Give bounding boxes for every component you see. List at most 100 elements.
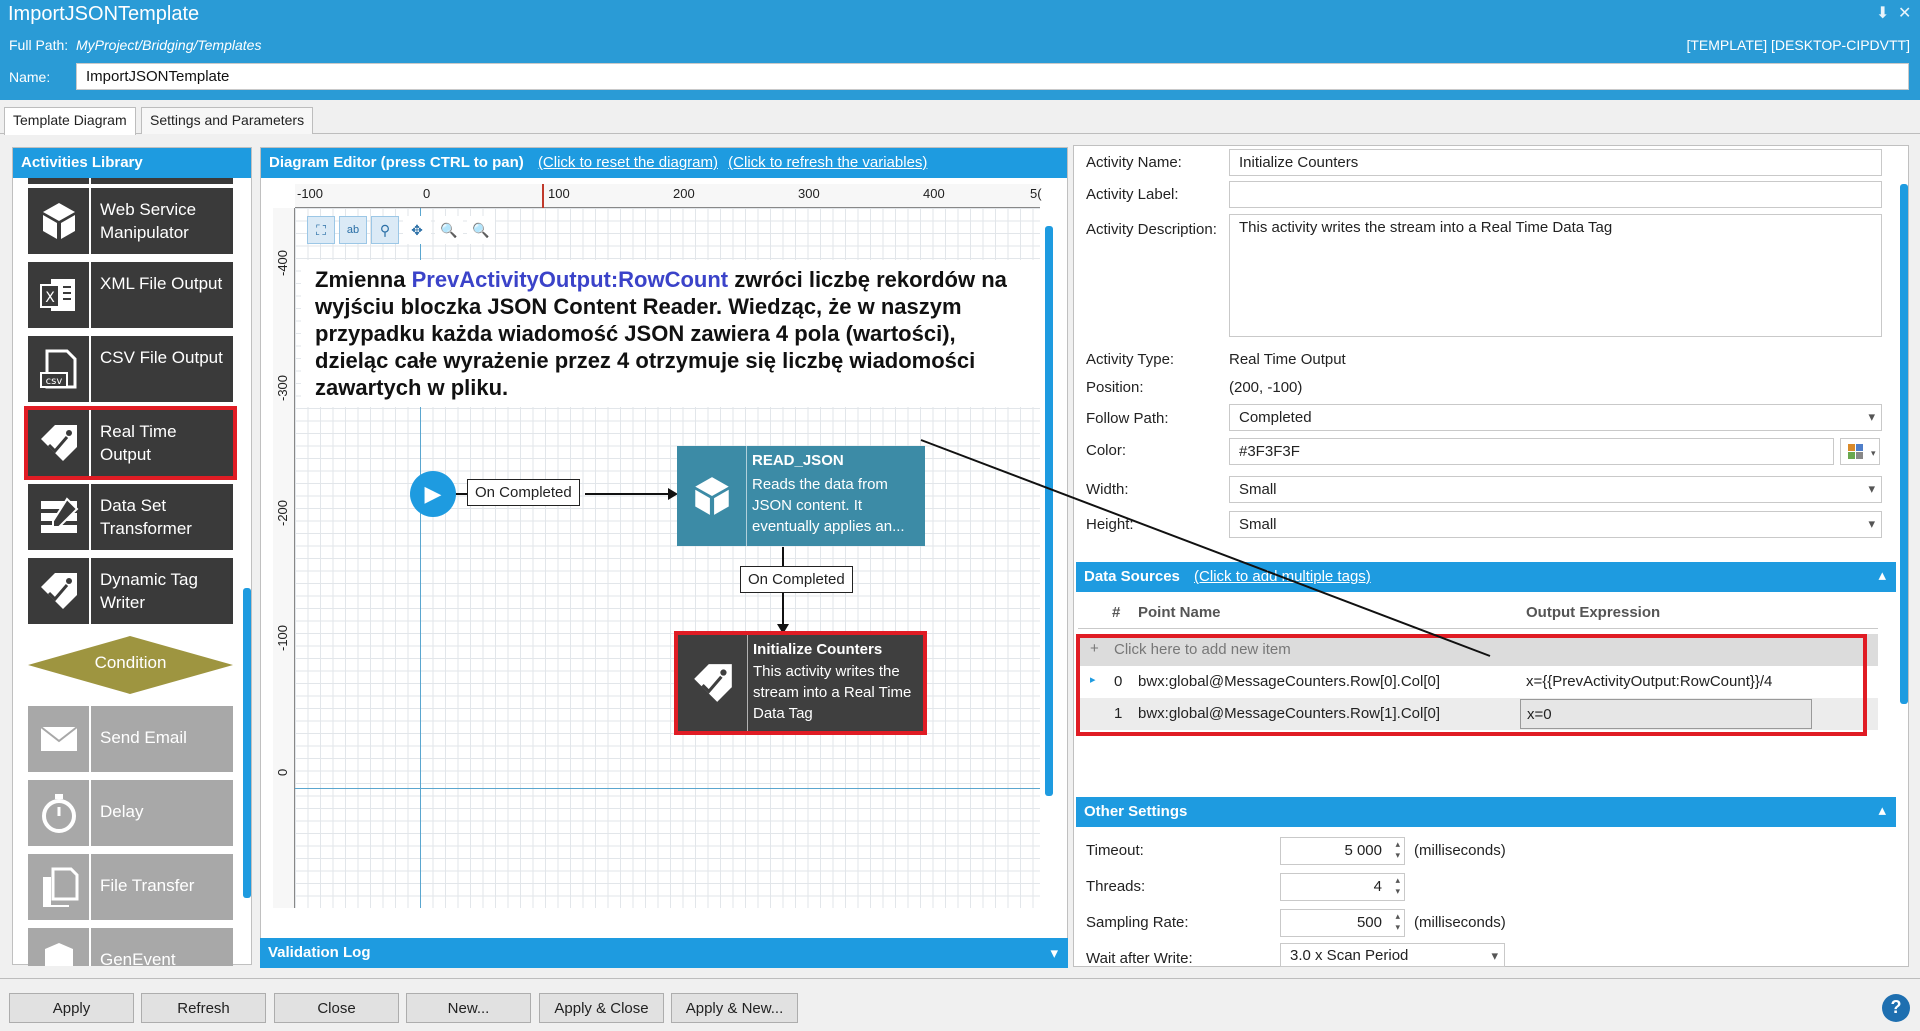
diagram-editor: Diagram Editor (press CTRL to pan) (Clic… [260, 147, 1068, 965]
collapse-icon[interactable]: ▴ [1878, 566, 1886, 584]
activity-name-label: Activity Name: [1086, 154, 1182, 171]
node-initialize-counters[interactable]: Initialize Counters This activity writes… [674, 631, 927, 735]
full-path-label: Full Path: [9, 37, 69, 53]
files-icon [28, 854, 91, 920]
chevron-down-icon[interactable]: ▾ [1050, 944, 1058, 962]
tag-icon [28, 410, 91, 476]
timeout-unit: (milliseconds) [1414, 842, 1506, 859]
name-label: Name: [9, 69, 51, 85]
library-item-partial[interactable] [28, 178, 233, 184]
connector-label-1[interactable]: On Completed [467, 479, 580, 506]
position-label: Position: [1086, 379, 1144, 396]
activity-description-label: Activity Description: [1086, 221, 1217, 238]
diagram-canvas[interactable]: -100 0 100 200 300 400 5( -400 -300 -200… [273, 184, 1059, 916]
activity-name-input[interactable]: Initialize Counters [1229, 149, 1882, 176]
editor-title-bar: Diagram Editor (press CTRL to pan) (Clic… [261, 148, 1067, 178]
title-bar: ImportJSONTemplate ⬇ ✕ [0, 0, 1920, 30]
color-input[interactable]: #3F3F3F [1229, 438, 1834, 465]
node-read-json[interactable]: READ_JSON Reads the data from JSON conte… [677, 446, 925, 546]
library-item-genevent[interactable]: GenEvent [28, 928, 233, 966]
event-icon [28, 928, 91, 966]
properties-scroll-thumb[interactable] [1900, 184, 1908, 704]
new-button[interactable]: New... [406, 993, 531, 1023]
activity-type-label: Activity Type: [1086, 351, 1175, 368]
library-item-data-set-transformer[interactable]: Data Set Transformer [28, 484, 233, 550]
stopwatch-icon [28, 780, 91, 846]
sampling-rate-input[interactable]: 500 [1280, 909, 1405, 937]
library-scroll-thumb[interactable] [243, 588, 251, 898]
library-item-web-service[interactable]: Web Service Manipulator [28, 188, 233, 254]
library-item-label: Real Time Output [100, 422, 177, 464]
tag-icon [678, 635, 748, 731]
library-item-delay[interactable]: Delay [28, 780, 233, 846]
xml-file-icon: X [28, 262, 91, 328]
close-button[interactable]: Close [274, 993, 399, 1023]
activity-label-input[interactable] [1229, 181, 1882, 208]
activity-label-label: Activity Label: [1086, 186, 1179, 203]
position-value: (200, -100) [1229, 379, 1303, 396]
library-item-label: Send Email [100, 728, 187, 747]
connector-label-2[interactable]: On Completed [740, 566, 853, 593]
apply-new-button[interactable]: Apply & New... [671, 993, 798, 1023]
color-picker-button[interactable]: ▾ [1840, 438, 1880, 465]
sampling-rate-label: Sampling Rate: [1086, 914, 1189, 931]
cube-icon [677, 446, 747, 546]
canvas-scrollbar[interactable] [1045, 226, 1053, 796]
timeout-input[interactable]: 5 000 [1280, 837, 1405, 865]
width-select[interactable]: Small [1229, 476, 1882, 503]
svg-text:X: X [45, 290, 55, 306]
help-icon[interactable]: ? [1882, 994, 1910, 1022]
height-select[interactable]: Small [1229, 511, 1882, 538]
refresh-variables-link[interactable]: (Click to refresh the variables) [728, 154, 927, 171]
width-label: Width: [1086, 481, 1129, 498]
node-title: Initialize Counters [753, 641, 883, 658]
library-item-label: Condition [94, 653, 167, 672]
tab-bar: Template Diagram Settings and Parameters [0, 100, 1920, 135]
sampling-rate-unit: (milliseconds) [1414, 914, 1506, 931]
tab-template-diagram[interactable]: Template Diagram [4, 107, 136, 135]
data-sources-header: Data Sources (Click to add multiple tags… [1076, 562, 1896, 592]
apply-button[interactable]: Apply [9, 993, 134, 1023]
library-item-label: Delay [100, 802, 144, 821]
svg-text:▾: ▾ [1871, 449, 1876, 459]
connector-lines [433, 488, 789, 634]
pin-icon[interactable]: ⬇ [1876, 3, 1889, 23]
library-item-condition[interactable]: Condition [28, 632, 233, 698]
name-input[interactable]: ImportJSONTemplate [76, 63, 1909, 90]
library-item-xml-output[interactable]: X XML File Output [28, 262, 233, 328]
validation-log-header[interactable]: Validation Log ▾ [260, 938, 1068, 968]
library-icon [28, 178, 91, 184]
apply-close-button[interactable]: Apply & Close [539, 993, 664, 1023]
node-description: Reads the data from JSON content. It eve… [752, 476, 905, 535]
library-item-label: XML File Output [100, 274, 223, 293]
column-header-output-expression: Output Expression [1526, 604, 1661, 621]
close-icon[interactable]: ✕ [1898, 3, 1911, 23]
column-header-number: # [1112, 604, 1121, 621]
follow-path-select[interactable]: Completed [1229, 404, 1882, 431]
library-item-dynamic-tag-writer[interactable]: Dynamic Tag Writer [28, 558, 233, 624]
collapse-icon[interactable]: ▴ [1878, 801, 1886, 819]
reset-diagram-link[interactable]: (Click to reset the diagram) [538, 154, 718, 171]
column-header-point-name: Point Name [1138, 604, 1221, 621]
threads-input[interactable]: 4 [1280, 873, 1405, 901]
wait-after-write-select[interactable]: 3.0 x Scan Period [1280, 943, 1505, 967]
activity-description-input[interactable]: This activity writes the stream into a R… [1229, 214, 1882, 337]
library-item-file-transfer[interactable]: File Transfer [28, 854, 233, 920]
start-play-icon[interactable]: ▶ [410, 471, 456, 517]
email-icon [28, 706, 91, 772]
library-item-label: CSV File Output [100, 348, 223, 367]
refresh-button[interactable]: Refresh [141, 993, 266, 1023]
add-multiple-tags-link[interactable]: (Click to add multiple tags) [1194, 568, 1371, 585]
library-item-real-time-output[interactable]: Real Time Output [24, 406, 237, 480]
library-item-csv-output[interactable]: csv CSV File Output [28, 336, 233, 402]
library-item-send-email[interactable]: Send Email [28, 706, 233, 772]
library-scrollbar[interactable] [243, 178, 251, 966]
library-item-label: Dynamic Tag Writer [100, 570, 198, 612]
library-item-label: Data Set Transformer [100, 496, 192, 538]
template-header: Full Path: MyProject/Bridging/Templates … [0, 30, 1920, 100]
tab-settings-parameters[interactable]: Settings and Parameters [141, 107, 314, 134]
library-item-label: Web Service Manipulator [100, 200, 197, 242]
data-sources-title: Data Sources [1084, 568, 1180, 585]
properties-scrollbar[interactable] [1898, 146, 1910, 968]
threads-label: Threads: [1086, 878, 1146, 895]
